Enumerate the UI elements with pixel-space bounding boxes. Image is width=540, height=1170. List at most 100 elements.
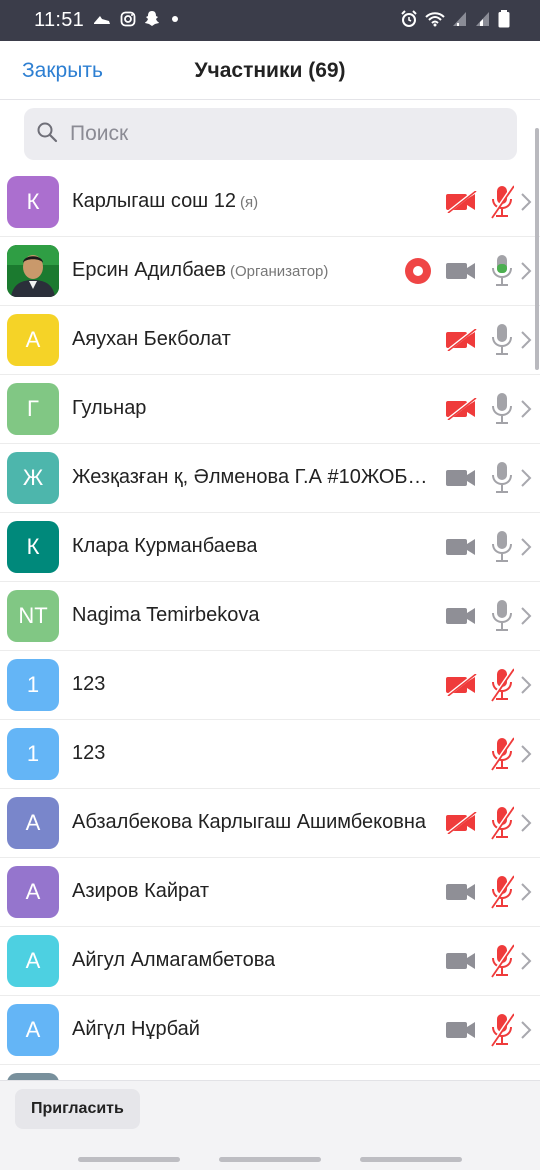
microphone-muted-icon [489,185,515,224]
dot-icon [168,12,182,26]
invite-button[interactable]: Пригласить [15,1089,140,1129]
chevron-right-icon[interactable] [520,537,532,562]
participant-row[interactable]: NT Nagima Temirbekova [0,582,540,651]
participant-name-text: Азиров Кайрат [72,880,210,902]
participant-row[interactable]: 1 123 [0,651,540,720]
microphone-icon [490,599,514,638]
signal-icon [475,11,491,27]
avatar: А [7,935,59,987]
microphone-muted-icon [489,1013,515,1052]
video-off-icon [445,327,477,356]
microphone-icon [490,461,514,500]
microphone-muted-icon [489,875,515,914]
avatar: 1 [7,728,59,780]
participant-name: 123 [72,673,105,696]
participant-row[interactable]: К Карлыгаш сош 12 (я) [0,168,540,237]
video-camera-icon [445,260,477,287]
battery-icon [498,10,510,28]
video-camera-icon [445,950,477,977]
participant-name-text: Жезқазған қ, Әлменова Г.А #10ЖОББМ [72,466,430,488]
video-camera-icon [445,881,477,908]
nav-back-button[interactable] [360,1157,462,1162]
chevron-right-icon[interactable] [520,1020,532,1045]
microphone-icon [490,323,514,362]
avatar: А [7,866,59,918]
participant-name-text: 123 [72,673,106,695]
participant-role: (я) [240,194,259,211]
recording-icon [405,258,431,284]
participant-row[interactable]: Ерсин Адилбаев (Организатор) [0,237,540,306]
chevron-right-icon[interactable] [520,951,532,976]
nav-home-button[interactable] [219,1157,321,1162]
participant-list[interactable]: К Карлыгаш сош 12 (я) Ерсин Адилбаев (Органи… [0,168,540,1080]
search-icon [36,121,70,148]
scrollbar[interactable] [535,128,539,370]
status-bar: 11:51 [0,0,540,41]
participant-name: Азиров Кайрат [72,880,209,903]
participant-row[interactable]: А Абзалбекова Карлыгаш Ашимбековна [0,789,540,858]
avatar: А [7,797,59,849]
microphone-muted-icon [489,737,515,776]
chevron-right-icon[interactable] [520,468,532,493]
chevron-right-icon[interactable] [520,744,532,769]
avatar: Ж [7,452,59,504]
participant-name-text: Nagima Temirbekova [72,604,260,626]
search-input[interactable] [70,122,470,146]
chevron-right-icon[interactable] [520,606,532,631]
avatar: К [7,176,59,228]
microphone-muted-icon [489,806,515,845]
avatar: NT [7,590,59,642]
wifi-icon [425,11,445,27]
nav-recents-button[interactable] [78,1157,180,1162]
participant-name-text: Айгул Алмагамбетова [72,949,276,971]
microphone-muted-icon [489,944,515,983]
chevron-right-icon[interactable] [520,882,532,907]
participant-row[interactable]: К Клара Курманбаева [0,513,540,582]
chevron-right-icon[interactable] [520,192,532,217]
participant-name-text: Карлыгаш сош 12 [72,190,237,212]
participant-name: Айгул Алмагамбетова [72,949,275,972]
participant-name: 123 [72,742,105,765]
chevron-right-icon[interactable] [520,261,532,286]
header: Закрыть Участники (69) [0,41,540,100]
participant-row[interactable]: А Айгул Алмагамбетова [0,927,540,996]
participant-name-text: Абзалбекова Карлыгаш Ашимбековна [72,811,427,833]
alarm-icon [400,10,418,28]
participant-name: Nagima Temirbekova [72,604,260,627]
chevron-right-icon[interactable] [520,675,532,700]
snapchat-icon [144,10,160,27]
shoes-icon [92,11,112,27]
search-box[interactable] [24,108,517,160]
chevron-right-icon[interactable] [520,330,532,355]
participant-row[interactable]: А Айгүл Нұрбай [0,996,540,1065]
avatar: 1 [7,659,59,711]
participant-name-text: Айгүл Нұрбай [72,1018,200,1040]
video-camera-icon [445,467,477,494]
participant-row[interactable]: Ж Жезқазған қ, Әлменова Г.А #10ЖОББМ [0,444,540,513]
avatar [7,245,59,297]
participant-row[interactable]: А Аяухан Бекболат [0,306,540,375]
chevron-right-icon[interactable] [520,399,532,424]
participant-name-text: Гульнар [72,397,147,419]
participant-name: Аяухан Бекболат [72,328,231,351]
participant-name: Айгүл Нұрбай [72,1018,200,1041]
video-camera-icon [445,536,477,563]
video-camera-icon [445,1019,477,1046]
participant-role: (Организатор) [229,263,329,280]
participant-name-text: Ерсин Адилбаев [72,259,226,281]
footer: Пригласить [0,1080,540,1170]
participant-row[interactable]: 1 123 [0,720,540,789]
avatar: А [7,314,59,366]
avatar: Г [7,383,59,435]
microphone-icon [490,530,514,569]
participant-name-text: Аяухан Бекболат [72,328,231,350]
participant-name: Абзалбекова Карлыгаш Ашимбековна [72,811,426,834]
participant-name: Жезқазған қ, Әлменова Г.А #10ЖОББМ [72,466,430,489]
participant-row[interactable]: Г Гульнар [0,375,540,444]
participant-row[interactable]: А Азиров Кайрат [0,858,540,927]
chevron-right-icon[interactable] [520,813,532,838]
microphone-icon [490,254,514,293]
video-off-icon [445,396,477,425]
microphone-icon [490,392,514,431]
participant-name: Клара Курманбаева [72,535,257,558]
